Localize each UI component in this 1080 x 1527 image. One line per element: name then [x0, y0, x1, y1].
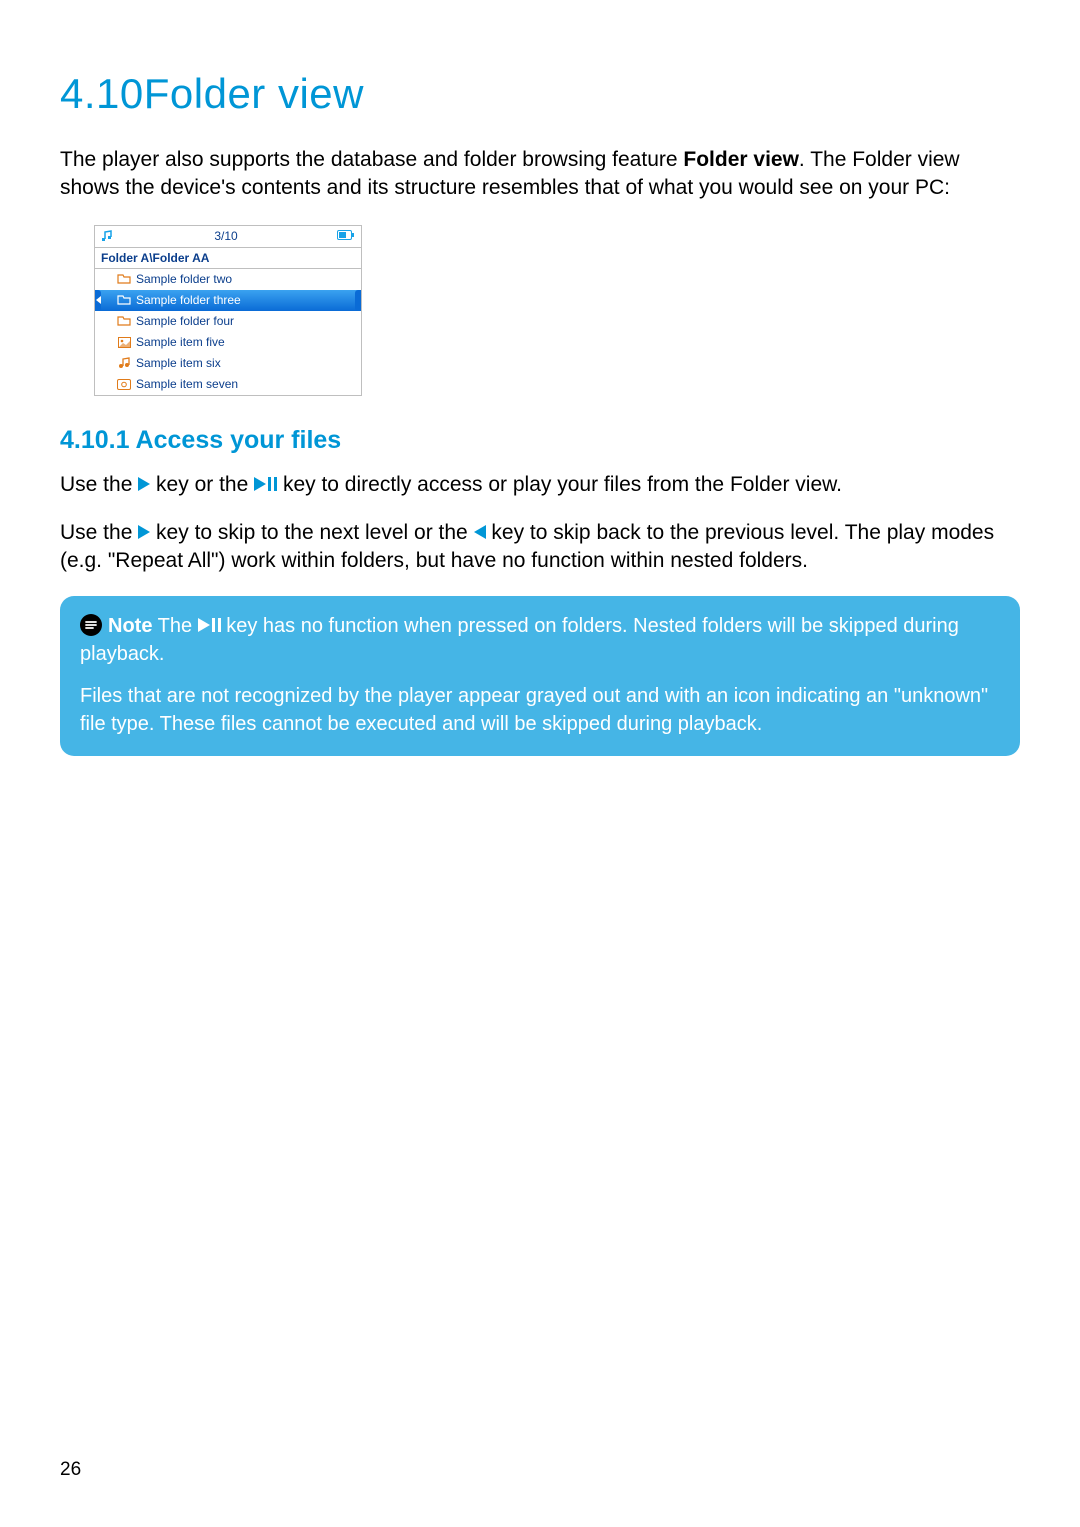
note-line-1: Note The key has no function when presse…: [80, 612, 1000, 668]
section-number: 4.10: [60, 70, 144, 117]
subsection-heading: 4.10.1 Access your files: [60, 426, 1020, 455]
back-icon: [474, 519, 486, 547]
list-item: Sample folder three: [95, 290, 361, 311]
subsection-number: 4.10.1: [60, 426, 130, 454]
list-item-label: Sample item six: [136, 356, 221, 370]
battery-icon: [337, 229, 355, 243]
list-item: Sample folder four: [95, 311, 361, 332]
folder-icon: [117, 316, 131, 327]
folder-icon: [117, 295, 131, 306]
p2-b: key to skip to the next level or the: [150, 521, 473, 544]
play-icon: [138, 471, 150, 499]
list-item: Sample folder two: [95, 269, 361, 290]
list-item: Sample item five: [95, 332, 361, 353]
device-position: 3/10: [115, 229, 337, 243]
play-pause-icon: [254, 471, 277, 499]
list-item-label: Sample folder three: [136, 293, 241, 307]
instruction-1: Use the key or the key to directly acces…: [60, 471, 1020, 499]
audio-icon: [117, 357, 131, 369]
note-label: Note: [108, 615, 152, 637]
note-line-2: Files that are not recognized by the pla…: [80, 682, 1000, 738]
instruction-2: Use the key to skip to the next level or…: [60, 519, 1020, 576]
list-item: Sample item six: [95, 353, 361, 374]
note-box: Note The key has no function when presse…: [60, 596, 1020, 756]
list-item-label: Sample folder four: [136, 314, 234, 328]
note-icon: [80, 614, 102, 636]
device-rows: Sample folder two Sample folder three Samp…: [95, 269, 361, 395]
page-number: 26: [60, 1459, 81, 1481]
music-icon: [101, 230, 115, 242]
folder-icon: [117, 274, 131, 285]
intro-text-a: The player also supports the database an…: [60, 148, 683, 171]
image-icon: [117, 337, 131, 348]
subsection-title: Access your files: [136, 426, 342, 454]
play-icon: [138, 519, 150, 547]
note-1a: The: [152, 615, 197, 637]
intro-bold: Folder view: [683, 148, 799, 171]
p1-a: Use the: [60, 473, 138, 496]
p1-b: key or the: [150, 473, 254, 496]
p1-c: key to directly access or play your file…: [277, 473, 842, 496]
intro-paragraph: The player also supports the database an…: [60, 146, 1020, 203]
list-item-label: Sample folder two: [136, 272, 232, 286]
device-preview: 3/10 Folder A\Folder AA Sample folder tw…: [94, 225, 362, 396]
video-icon: [117, 379, 131, 390]
section-title: Folder view: [144, 70, 364, 117]
section-heading: 4.10Folder view: [60, 70, 1020, 118]
play-pause-icon: [198, 612, 221, 640]
p2-a: Use the: [60, 521, 138, 544]
list-item-label: Sample item seven: [136, 377, 238, 391]
list-item: Sample item seven: [95, 374, 361, 395]
device-status-bar: 3/10: [95, 226, 361, 248]
device-path: Folder A\Folder AA: [95, 248, 361, 269]
list-item-label: Sample item five: [136, 335, 225, 349]
